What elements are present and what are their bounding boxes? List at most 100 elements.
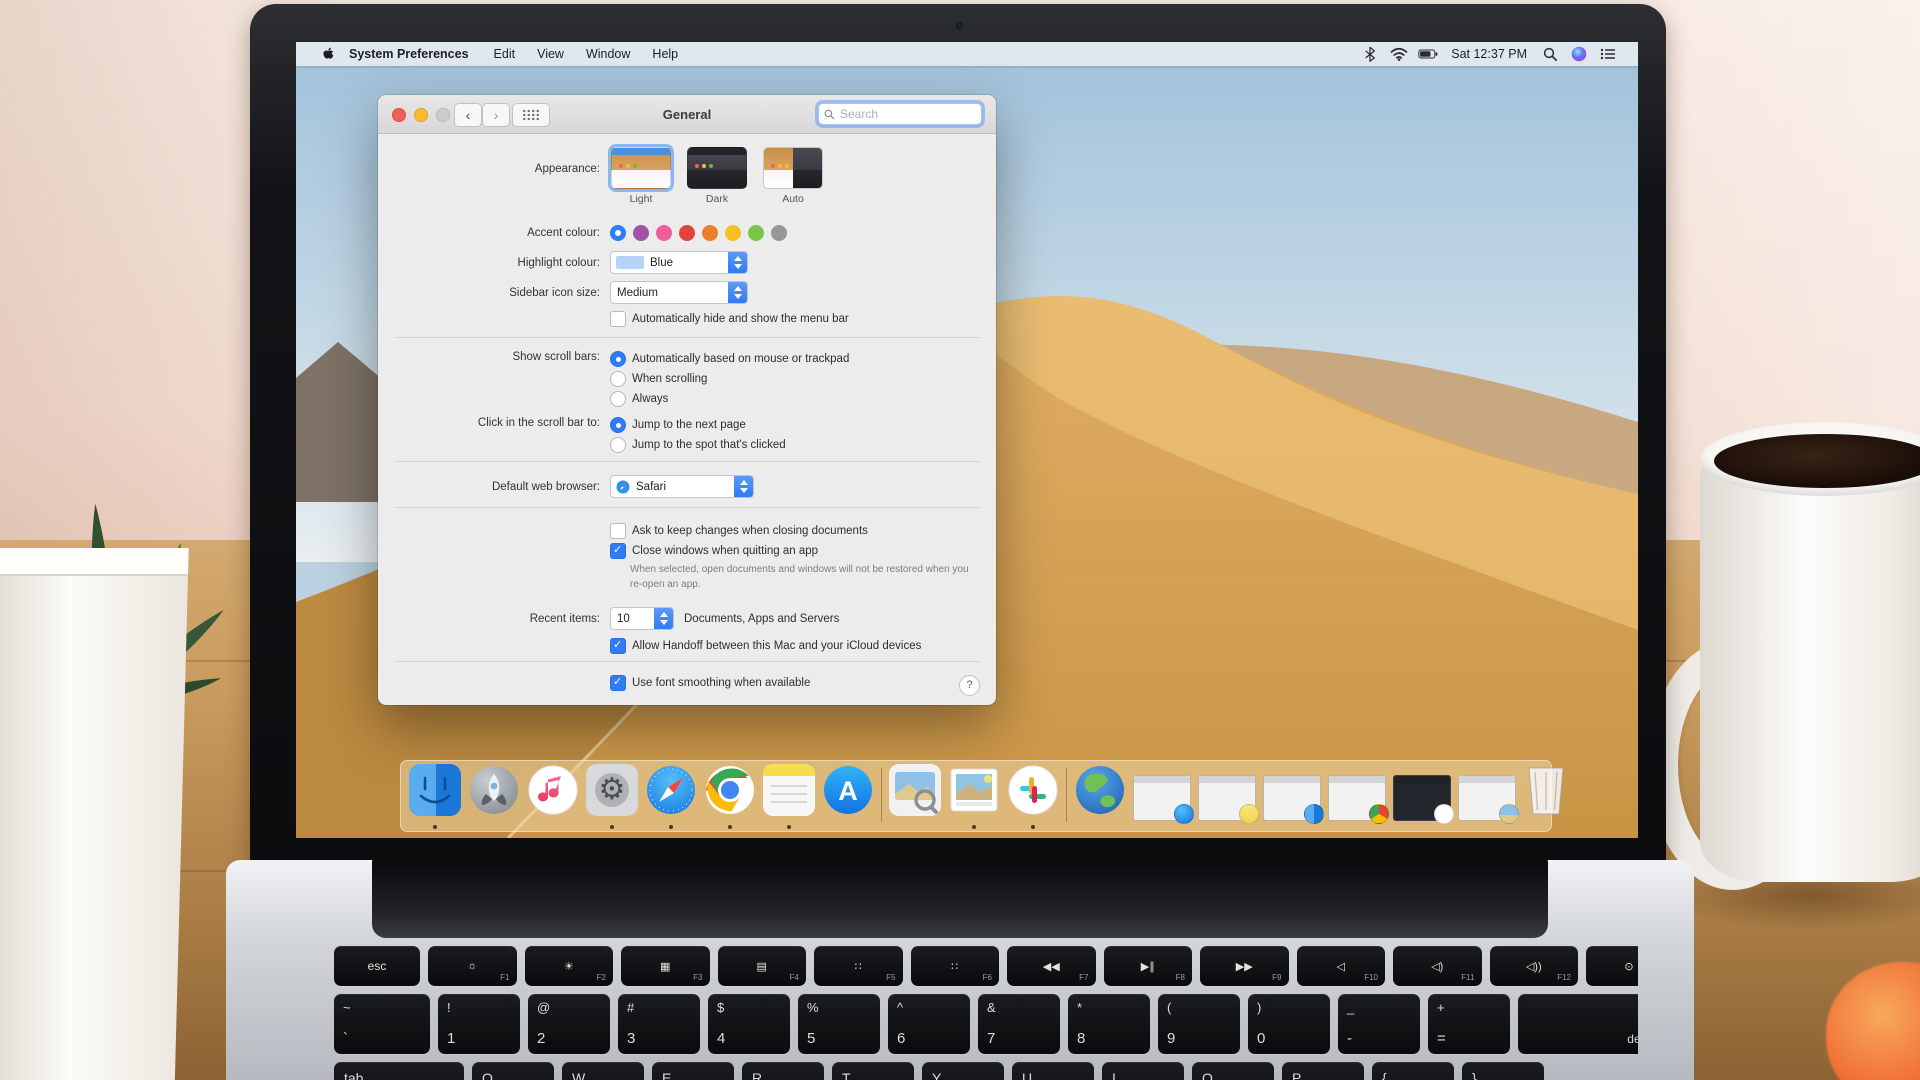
key-`[interactable]: ~` (334, 994, 430, 1054)
key-esc[interactable]: esc (334, 946, 420, 986)
search-input[interactable] (838, 106, 952, 122)
key-U[interactable]: U (1012, 1062, 1094, 1080)
appearance-option-light[interactable]: Light (610, 147, 672, 205)
accent-colour-blue[interactable] (610, 225, 626, 241)
key-R[interactable]: R (742, 1062, 824, 1080)
apple-menu[interactable] (318, 45, 338, 63)
accent-colour-red[interactable] (679, 225, 695, 241)
radio[interactable] (610, 437, 626, 453)
radio-selected[interactable] (610, 417, 626, 433)
scrollbars-option-auto[interactable]: Automatically based on mouse or trackpad (610, 351, 849, 367)
radio[interactable] (610, 391, 626, 407)
dock-minimized-window-preview[interactable] (1458, 775, 1516, 821)
ask-keep-changes-option[interactable]: Ask to keep changes when closing documen… (610, 523, 970, 539)
font-smoothing-option[interactable]: Use font smoothing when available (610, 675, 810, 691)
key-launchpad-key[interactable]: ▤F4 (718, 946, 807, 986)
dock-notes-icon[interactable] (763, 764, 815, 821)
key-power[interactable]: ⊙ (1586, 946, 1638, 986)
key-mute[interactable]: ◁F10 (1297, 946, 1386, 986)
window-titlebar[interactable]: ‹ › General (378, 95, 996, 134)
scroll-click-spot[interactable]: Jump to the spot that's clicked (610, 437, 786, 453)
key-kb-light-down[interactable]: ∷F5 (814, 946, 903, 986)
key-tab[interactable]: tab (334, 1062, 464, 1080)
dock-system-preferences-icon[interactable]: ⚙ (586, 764, 638, 821)
accent-colour-purple[interactable] (633, 225, 649, 241)
search-field[interactable] (818, 103, 982, 125)
key-E[interactable]: E (652, 1062, 734, 1080)
default-browser-popup[interactable]: Safari (610, 475, 754, 498)
appearance-option-dark[interactable]: Dark (686, 147, 748, 205)
keyboard[interactable]: esc☼F1☀F2▦F3▤F4∷F5∷F6◀◀F7▶∥F8▶▶F9◁F10◁)F… (306, 944, 1638, 1080)
key-I[interactable]: I (1102, 1062, 1184, 1080)
key-}[interactable]: } (1462, 1062, 1544, 1080)
scrollbars-option-always[interactable]: Always (610, 391, 849, 407)
hide-menubar-option[interactable]: Automatically hide and show the menu bar (610, 311, 849, 327)
key-2[interactable]: @2 (528, 994, 610, 1054)
siri-icon[interactable] (1569, 45, 1589, 63)
key-brightness-up[interactable]: ☀F2 (525, 946, 614, 986)
menu-view[interactable]: View (526, 47, 575, 61)
dock-globe-icon[interactable] (1074, 764, 1126, 821)
key-delete[interactable]: delete (1518, 994, 1638, 1054)
dock-chrome-icon[interactable] (704, 764, 756, 821)
highlight-colour-popup[interactable]: Blue (610, 251, 748, 274)
dock-app-store-icon[interactable]: A (822, 764, 874, 821)
appearance-option-auto[interactable]: Auto (762, 147, 824, 205)
dock-minimized-window-slack[interactable] (1393, 775, 1451, 821)
key-9[interactable]: (9 (1158, 994, 1240, 1054)
scrollbars-option-when-scrolling[interactable]: When scrolling (610, 371, 849, 387)
accent-colour-orange[interactable] (702, 225, 718, 241)
recent-items-popup[interactable]: 10 (610, 607, 674, 630)
key-8[interactable]: *8 (1068, 994, 1150, 1054)
checkbox[interactable] (610, 523, 626, 539)
checkbox-checked[interactable] (610, 675, 626, 691)
dock-trash-icon[interactable] (1523, 764, 1569, 821)
key-=[interactable]: += (1428, 994, 1510, 1054)
menu-app-name[interactable]: System Preferences (338, 47, 483, 61)
key-play-pause[interactable]: ▶∥F8 (1104, 946, 1193, 986)
menu-bar-clock[interactable]: Sat 12:37 PM (1447, 47, 1531, 61)
menu-help[interactable]: Help (641, 47, 689, 61)
checkbox-checked[interactable] (610, 543, 626, 559)
key-T[interactable]: T (832, 1062, 914, 1080)
key-5[interactable]: %5 (798, 994, 880, 1054)
dock-minimized-window-safari[interactable] (1133, 775, 1191, 821)
key-volume-down[interactable]: ◁)F11 (1393, 946, 1482, 986)
key-3[interactable]: #3 (618, 994, 700, 1054)
wifi-icon[interactable] (1389, 45, 1409, 63)
key-O[interactable]: O (1192, 1062, 1274, 1080)
key--[interactable]: _- (1338, 994, 1420, 1054)
bluetooth-icon[interactable] (1360, 45, 1380, 63)
key-{[interactable]: { (1372, 1062, 1454, 1080)
battery-icon[interactable] (1418, 45, 1438, 63)
dock-finder-icon[interactable] (409, 764, 461, 821)
accent-colour-green[interactable] (748, 225, 764, 241)
key-W[interactable]: W (562, 1062, 644, 1080)
key-mission-control[interactable]: ▦F3 (621, 946, 710, 986)
dock-safari-icon[interactable] (645, 764, 697, 821)
dock-itunes-icon[interactable] (527, 764, 579, 821)
dock-minimized-window-finder[interactable] (1263, 775, 1321, 821)
sidebar-icon-size-popup[interactable]: Medium (610, 281, 748, 304)
radio[interactable] (610, 371, 626, 387)
key-6[interactable]: ^6 (888, 994, 970, 1054)
key-volume-up[interactable]: ◁))F12 (1490, 946, 1579, 986)
notification-center-icon[interactable] (1598, 45, 1618, 63)
accent-colour-graphite[interactable] (771, 225, 787, 241)
spotlight-search-icon[interactable] (1540, 45, 1560, 63)
checkbox-checked[interactable] (610, 638, 626, 654)
dock-slack-icon[interactable] (1007, 764, 1059, 821)
dock-minimized-window-chrome[interactable] (1328, 775, 1386, 821)
accent-colour-pink[interactable] (656, 225, 672, 241)
handoff-option[interactable]: Allow Handoff between this Mac and your … (610, 638, 921, 654)
key-0[interactable]: )0 (1248, 994, 1330, 1054)
scroll-click-next-page[interactable]: Jump to the next page (610, 417, 786, 433)
dock-launchpad-icon[interactable] (468, 764, 520, 821)
radio-selected[interactable] (610, 351, 626, 367)
dock-minimized-window-sticky[interactable] (1198, 775, 1256, 821)
key-brightness-down[interactable]: ☼F1 (428, 946, 517, 986)
dock-preview-icon[interactable] (889, 764, 941, 821)
key-4[interactable]: $4 (708, 994, 790, 1054)
key-fast-forward[interactable]: ▶▶F9 (1200, 946, 1289, 986)
help-button[interactable]: ? (959, 675, 980, 696)
